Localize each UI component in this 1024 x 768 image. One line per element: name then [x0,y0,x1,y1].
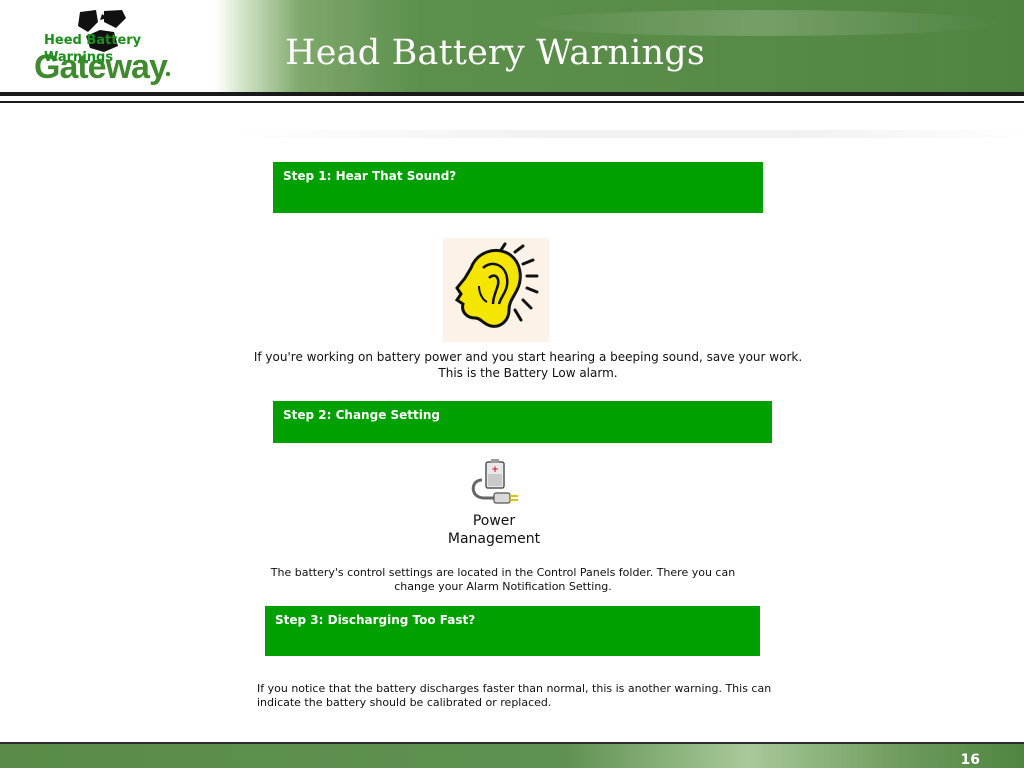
slide-title: Head Battery Warnings [285,33,706,73]
step-3-box: Step 3: Discharging Too Fast? [265,606,760,656]
header-divider-thick [0,92,1024,96]
ear-listening-icon [443,238,549,342]
power-management-label-line2: Management [447,531,541,547]
content-top-fade [232,130,1024,138]
step-1-box: Step 1: Hear That Sound? [273,162,763,213]
power-management-label-line1: Power [472,513,516,529]
step-3-description: If you notice that the battery discharge… [257,682,772,709]
step-2-description: The battery's control settings are locat… [270,566,736,593]
power-management-icon[interactable]: + [466,458,522,506]
logo-caption: Heed Battery Warnings [44,33,142,65]
svg-text:+: + [491,465,499,475]
page-number: 16 [960,752,980,768]
step-2-box: Step 2: Change Setting [273,401,772,443]
footer-bar: 16 [0,742,1024,768]
power-management-label[interactable]: Power Management [440,512,548,548]
header-divider-thin [0,101,1024,103]
step-1-description: If you're working on battery power and y… [253,350,803,380]
